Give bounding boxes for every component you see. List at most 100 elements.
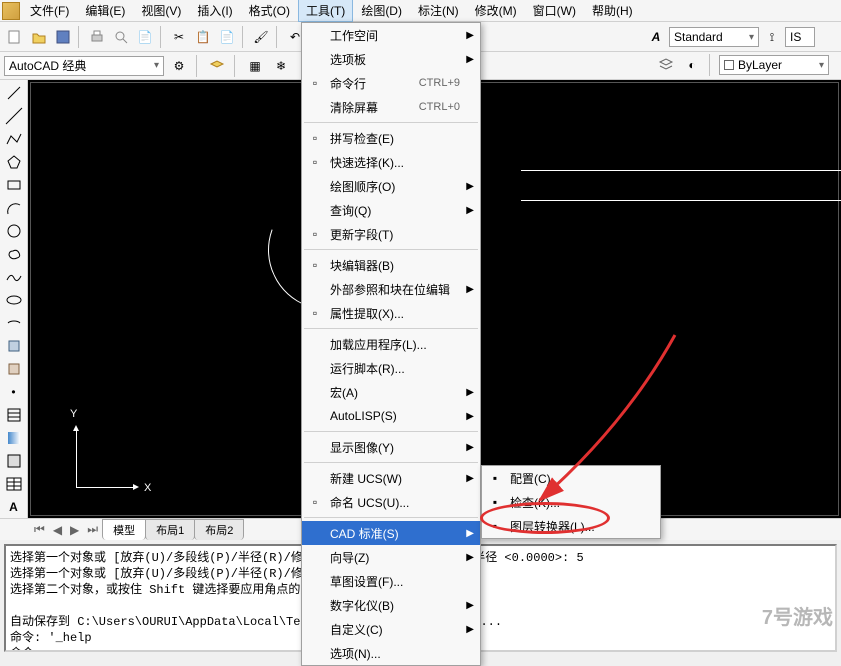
circle-icon[interactable] xyxy=(2,220,26,242)
menu-item[interactable]: 选项(N)... xyxy=(302,641,480,665)
bylayer-dropdown[interactable]: ByLayer ▾ xyxy=(719,55,829,75)
preview-icon[interactable] xyxy=(110,26,132,48)
menu-item[interactable]: ▫命名 UCS(U)... xyxy=(302,490,480,514)
arc-icon[interactable] xyxy=(2,197,26,219)
menu-item[interactable]: CAD 标准(S)▶ xyxy=(302,521,480,545)
open-icon[interactable] xyxy=(28,26,50,48)
pline-icon[interactable] xyxy=(2,128,26,150)
tab-layout1[interactable]: 布局1 xyxy=(145,519,195,540)
menu-item[interactable]: AutoLISP(S)▶ xyxy=(302,404,480,428)
menu-item[interactable]: 选项板▶ xyxy=(302,47,480,71)
make-block-icon[interactable] xyxy=(2,358,26,380)
hatch-icon[interactable] xyxy=(2,404,26,426)
menu-item[interactable]: 数字化仪(B)▶ xyxy=(302,593,480,617)
menu-item[interactable]: 显示图像(Y)▶ xyxy=(302,435,480,459)
cut-icon[interactable]: ✂ xyxy=(168,26,190,48)
menu-item[interactable]: 草图设置(F)... xyxy=(302,569,480,593)
layer-prev-icon[interactable]: ◐ xyxy=(681,54,703,76)
menu-item[interactable]: ▫快速选择(K)... xyxy=(302,150,480,174)
rectangle-icon[interactable] xyxy=(2,174,26,196)
field-icon: ▫ xyxy=(306,225,324,243)
dim-style-dropdown[interactable]: IS xyxy=(785,27,815,47)
region-icon[interactable] xyxy=(2,450,26,472)
tab-layout2[interactable]: 布局2 xyxy=(194,519,244,540)
layer-icon[interactable] xyxy=(206,55,228,77)
menu-dimension[interactable]: 标注(N) xyxy=(410,0,467,22)
submenu-item[interactable]: ▪配置(C)... xyxy=(482,466,660,490)
copy-icon[interactable]: 📋 xyxy=(192,26,214,48)
paste-icon[interactable]: 📄 xyxy=(216,26,238,48)
revcloud-icon[interactable] xyxy=(2,243,26,265)
chk-icon: ▪ xyxy=(486,493,504,511)
menu-item[interactable]: ▫属性提取(X)... xyxy=(302,301,480,325)
publish-icon[interactable]: 📄 xyxy=(134,26,156,48)
menu-tools[interactable]: 工具(T) xyxy=(298,0,353,22)
table-icon[interactable] xyxy=(2,473,26,495)
draw-toolbar: • A xyxy=(0,80,28,518)
insert-block-icon[interactable] xyxy=(2,335,26,357)
polygon-icon[interactable] xyxy=(2,151,26,173)
match-icon[interactable]: 🖌 xyxy=(250,26,272,48)
menu-item-label: 更新字段(T) xyxy=(330,226,393,243)
tab-next-icon[interactable]: ▶ xyxy=(66,523,83,537)
menu-item-label: 数字化仪(B) xyxy=(330,597,394,614)
ellipse-icon[interactable] xyxy=(2,289,26,311)
menu-view[interactable]: 视图(V) xyxy=(133,0,189,22)
menu-format[interactable]: 格式(O) xyxy=(241,0,298,22)
menu-item[interactable]: 向导(Z)▶ xyxy=(302,545,480,569)
menu-insert[interactable]: 插入(I) xyxy=(189,0,240,22)
mtext-icon[interactable]: A xyxy=(2,496,26,518)
menu-item[interactable]: ▫拼写检查(E) xyxy=(302,126,480,150)
menu-help[interactable]: 帮助(H) xyxy=(584,0,641,22)
menu-file[interactable]: 文件(F) xyxy=(22,0,77,22)
submenu-item-label: 检查(K)... xyxy=(510,494,560,511)
new-icon[interactable] xyxy=(4,26,26,48)
text-style-value: Standard xyxy=(674,30,723,44)
menu-item[interactable]: 运行脚本(R)... xyxy=(302,356,480,380)
menu-item[interactable]: 外部参照和块在位编辑▶ xyxy=(302,277,480,301)
menu-item[interactable]: 查询(Q)▶ xyxy=(302,198,480,222)
menu-item[interactable]: 绘图顺序(O)▶ xyxy=(302,174,480,198)
xline-icon[interactable] xyxy=(2,105,26,127)
submenu-arrow-icon: ▶ xyxy=(466,54,474,65)
layer-state-icon[interactable]: ▦ xyxy=(244,55,266,77)
submenu-item[interactable]: ▪图层转换器(L)... xyxy=(482,514,660,538)
tab-model[interactable]: 模型 xyxy=(102,519,146,540)
workspace-dropdown[interactable]: AutoCAD 经典 ▾ xyxy=(4,56,164,76)
gradient-icon[interactable] xyxy=(2,427,26,449)
text-style-dropdown[interactable]: Standard ▾ xyxy=(669,27,759,47)
ellipse-arc-icon[interactable] xyxy=(2,312,26,334)
menu-item[interactable]: ▫ 更新字段(T) xyxy=(302,222,480,246)
spline-icon[interactable] xyxy=(2,266,26,288)
menu-item-label: 新建 UCS(W) xyxy=(330,470,402,487)
layer-freeze-icon[interactable]: ❄ xyxy=(270,55,292,77)
submenu-item[interactable]: ▪ 检查(K)... xyxy=(482,490,660,514)
menu-edit[interactable]: 编辑(E) xyxy=(77,0,133,22)
tab-last-icon[interactable]: ⏭ xyxy=(83,522,102,537)
menu-item[interactable]: 加载应用程序(L)... xyxy=(302,332,480,356)
ucs-y-label: Y xyxy=(70,408,77,420)
print-icon[interactable] xyxy=(86,26,108,48)
gear-icon[interactable]: ⚙ xyxy=(168,55,190,77)
menu-draw[interactable]: 绘图(D) xyxy=(353,0,410,22)
color-swatch xyxy=(724,60,734,70)
dim-style-icon[interactable]: ⟟ xyxy=(761,26,783,48)
menu-item[interactable]: 工作空间▶ xyxy=(302,23,480,47)
menu-item[interactable]: 清除屏幕CTRL+0 xyxy=(302,95,480,119)
save-icon[interactable] xyxy=(52,26,74,48)
tab-first-icon[interactable]: ⏮ xyxy=(30,522,49,537)
cfg-icon: ▪ xyxy=(486,469,504,487)
line-icon[interactable] xyxy=(2,82,26,104)
menu-window[interactable]: 窗口(W) xyxy=(525,0,584,22)
menu-item[interactable]: ▫命令行CTRL+9 xyxy=(302,71,480,95)
text-style-icon[interactable]: A xyxy=(645,26,667,48)
tab-prev-icon[interactable]: ◀ xyxy=(49,523,66,537)
chevron-down-icon: ▾ xyxy=(819,60,824,71)
menu-item[interactable]: 自定义(C)▶ xyxy=(302,617,480,641)
point-icon[interactable]: • xyxy=(2,381,26,403)
menu-item[interactable]: ▫块编辑器(B) xyxy=(302,253,480,277)
menu-item[interactable]: 新建 UCS(W)▶ xyxy=(302,466,480,490)
menu-item[interactable]: 宏(A)▶ xyxy=(302,380,480,404)
layer-stack-icon[interactable] xyxy=(655,54,677,76)
menu-modify[interactable]: 修改(M) xyxy=(467,0,525,22)
